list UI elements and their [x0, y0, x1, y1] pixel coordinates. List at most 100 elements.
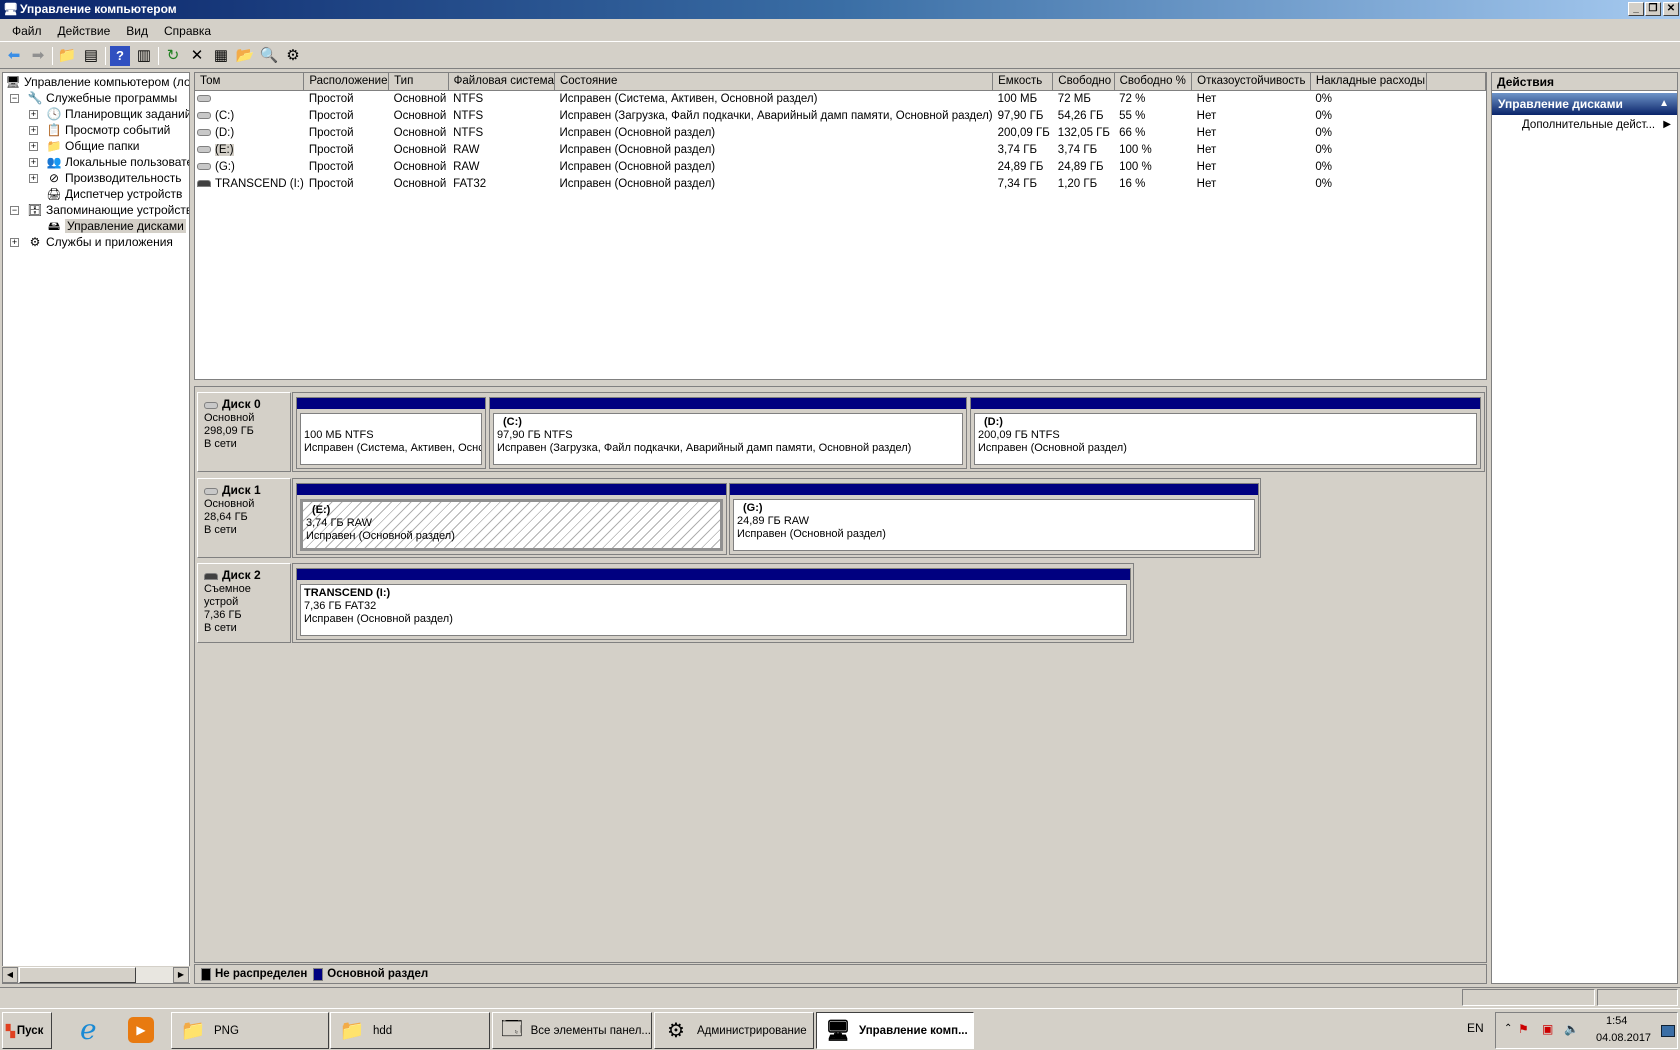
volume-icon[interactable]: 🔈	[1564, 1022, 1579, 1036]
tree-item-performance[interactable]: + ⊘ Производительность	[29, 170, 181, 186]
tree-item-device-manager[interactable]: 🖨 Диспетчер устройств	[46, 186, 182, 202]
table-row[interactable]: (C:) Простой Основной NTFS Исправен (Загрузк…	[195, 107, 1486, 124]
collapse-icon[interactable]: −	[10, 94, 19, 104]
table-cell: NTFS	[453, 126, 484, 139]
menu-action[interactable]: Действие	[50, 24, 119, 38]
settings-icon[interactable]: ⚙	[283, 46, 303, 66]
tree-item-task-scheduler[interactable]: + 🕓 Планировщик заданий	[29, 106, 189, 122]
actions-section-disk-management[interactable]: Управление дисками ▲	[1492, 93, 1677, 115]
expand-icon[interactable]: +	[29, 110, 38, 120]
column-header[interactable]: Файловая система	[448, 73, 555, 91]
status-bar	[0, 987, 1680, 1006]
language-indicator[interactable]: EN	[1467, 1021, 1484, 1035]
up-folder-icon[interactable]: 📁	[57, 46, 77, 66]
delete-icon[interactable]: ✕	[187, 46, 207, 66]
network-disconnected-icon[interactable]: ▣	[1542, 1022, 1553, 1036]
disk-1-label[interactable]: Диск 1 Основной 28,64 ГБ В сети	[197, 478, 291, 558]
column-header-filler	[1426, 73, 1487, 91]
taskbar-item-control-panel[interactable]: 🗔 Все элементы панел...	[492, 1012, 652, 1049]
tree-item-storage[interactable]: − 🗄 Запоминающие устройства	[10, 202, 189, 218]
start-button[interactable]: ▚ Пуск	[2, 1012, 52, 1049]
tree-item-services-apps[interactable]: + ⚙ Службы и приложения	[10, 234, 173, 250]
table-row[interactable]: Простой Основной NTFS Исправен (Система, Ак…	[195, 90, 1486, 107]
taskbar-item-computer-management[interactable]: 🖥 Управление комп...	[816, 1012, 974, 1049]
disk-0-label[interactable]: Диск 0 Основной 298,09 ГБ В сети	[197, 392, 291, 472]
table-cell: Нет	[1196, 109, 1217, 122]
taskbar-item-administration[interactable]: ⚙ Администрирование	[654, 1012, 814, 1049]
clock-time[interactable]: 1:54	[1606, 1015, 1627, 1027]
clock-date[interactable]: 04.08.2017	[1596, 1032, 1651, 1044]
restore-button[interactable]: ❐	[1645, 2, 1661, 16]
table-cell: 72 %	[1119, 92, 1146, 105]
show-hide-tree-icon[interactable]: ▤	[81, 46, 101, 66]
tree-root[interactable]: 🖥 Управление компьютером (лока	[5, 74, 189, 90]
close-button[interactable]: ✕	[1663, 2, 1679, 16]
volume-cell: (C:)	[195, 107, 304, 124]
legend-swatch-primary	[313, 967, 324, 981]
expand-icon[interactable]: +	[29, 174, 38, 184]
media-player-icon[interactable]: ▶	[128, 1017, 154, 1043]
minimize-button[interactable]: _	[1628, 2, 1644, 16]
folder-icon: 📁	[180, 1020, 206, 1042]
show-desktop-icon[interactable]	[1661, 1025, 1675, 1037]
partition-system-reserved[interactable]: 100 МБ NTFS Исправен (Система, Активен, О…	[296, 397, 486, 469]
expand-icon[interactable]: +	[10, 238, 19, 248]
table-cell: 54,26 ГБ	[1057, 109, 1104, 122]
column-header[interactable]: Расположение	[303, 73, 390, 91]
column-header[interactable]: Свободно	[1052, 73, 1115, 91]
tree-item-system-tools[interactable]: − 🔧 Служебные программы	[10, 90, 177, 106]
table-row[interactable]: TRANSCEND (I:) Простой Основной FAT32 Исправ…	[195, 175, 1486, 192]
disk-2-label[interactable]: Диск 2 Съемное устрой 7,36 ГБ В сети	[197, 563, 291, 643]
tree-item-disk-management[interactable]: 🖴 Управление дисками	[46, 218, 186, 234]
table-cell: NTFS	[453, 92, 484, 105]
column-header[interactable]: Отказоустойчивость	[1191, 73, 1311, 91]
collapse-up-icon[interactable]: ▲	[1659, 93, 1669, 115]
back-icon[interactable]: ⬅	[4, 46, 24, 66]
taskbar-item-hdd[interactable]: 📁 hdd	[330, 1012, 490, 1049]
column-header[interactable]: Том	[195, 73, 305, 91]
column-header[interactable]: Емкость	[992, 73, 1054, 91]
actions-header: Действия	[1492, 73, 1677, 91]
expand-icon[interactable]: +	[29, 158, 38, 168]
partition-c[interactable]: (C:) 97,90 ГБ NTFS Исправен (Загрузка, Фай…	[489, 397, 967, 469]
column-header[interactable]: Накладные расходы	[1310, 73, 1427, 91]
column-header[interactable]: Тип	[388, 73, 449, 91]
menu-view[interactable]: Вид	[118, 24, 156, 38]
scroll-left-icon[interactable]: ◀	[2, 967, 18, 983]
help-icon[interactable]: ?	[110, 46, 130, 66]
show-hidden-icons[interactable]: ⌃	[1504, 1023, 1512, 1034]
forward-icon[interactable]: ➡	[28, 46, 48, 66]
tree-item-event-viewer[interactable]: + 📋 Просмотр событий	[29, 122, 170, 138]
expand-icon[interactable]: +	[29, 126, 38, 136]
tree-horizontal-scrollbar[interactable]: ◀ ▶	[2, 966, 190, 983]
partition-e-selected[interactable]: (E:) 3,74 ГБ RAW Исправен (Основной раздел…	[296, 483, 727, 555]
taskbar-item-png[interactable]: 📁 PNG	[171, 1012, 329, 1049]
table-cell: 24,89 ГБ	[1057, 160, 1104, 173]
table-row[interactable]: (D:) Простой Основной NTFS Исправен (Основно…	[195, 124, 1486, 141]
scroll-right-icon[interactable]: ▶	[173, 967, 189, 983]
partition-i[interactable]: TRANSCEND (I:) 7,36 ГБ FAT32 Исправен (Осн…	[296, 568, 1131, 640]
volume-list: Том Расположение Тип Файловая система Со…	[194, 72, 1487, 380]
menu-help[interactable]: Справка	[156, 24, 219, 38]
more-actions-item[interactable]: Дополнительные дейст... ▶	[1492, 115, 1677, 135]
column-header[interactable]: Свободно %	[1114, 73, 1193, 91]
partition-g[interactable]: (G:) 24,89 ГБ RAW Исправен (Основной разде…	[729, 483, 1259, 555]
show-hide-action-icon[interactable]: ▥	[134, 46, 154, 66]
tree-item-local-users[interactable]: + 👥 Локальные пользовател	[29, 154, 189, 170]
action-center-flag-icon[interactable]: ⚑	[1518, 1022, 1529, 1036]
table-row[interactable]: (E:) Простой Основной RAW Исправен (Основной…	[195, 141, 1486, 158]
internet-explorer-icon[interactable]: ℯ	[80, 1013, 97, 1046]
table-row[interactable]: (G:) Простой Основной RAW Исправен (Основной…	[195, 158, 1486, 175]
search-icon[interactable]: 🔍	[259, 46, 279, 66]
expand-icon[interactable]: +	[29, 142, 38, 152]
table-cell: Нет	[1196, 177, 1217, 190]
partition-d[interactable]: (D:) 200,09 ГБ NTFS Исправен (Основной раз…	[970, 397, 1481, 469]
scroll-thumb[interactable]	[19, 967, 136, 983]
menu-file[interactable]: Файл	[4, 24, 50, 38]
column-header[interactable]: Состояние	[554, 73, 994, 91]
properties-icon[interactable]: ▦	[211, 46, 231, 66]
refresh-icon[interactable]: ↻	[163, 46, 183, 66]
open-icon[interactable]: 📂	[235, 46, 255, 66]
collapse-icon[interactable]: −	[10, 206, 19, 216]
tree-item-shared-folders[interactable]: + 📁 Общие папки	[29, 138, 139, 154]
